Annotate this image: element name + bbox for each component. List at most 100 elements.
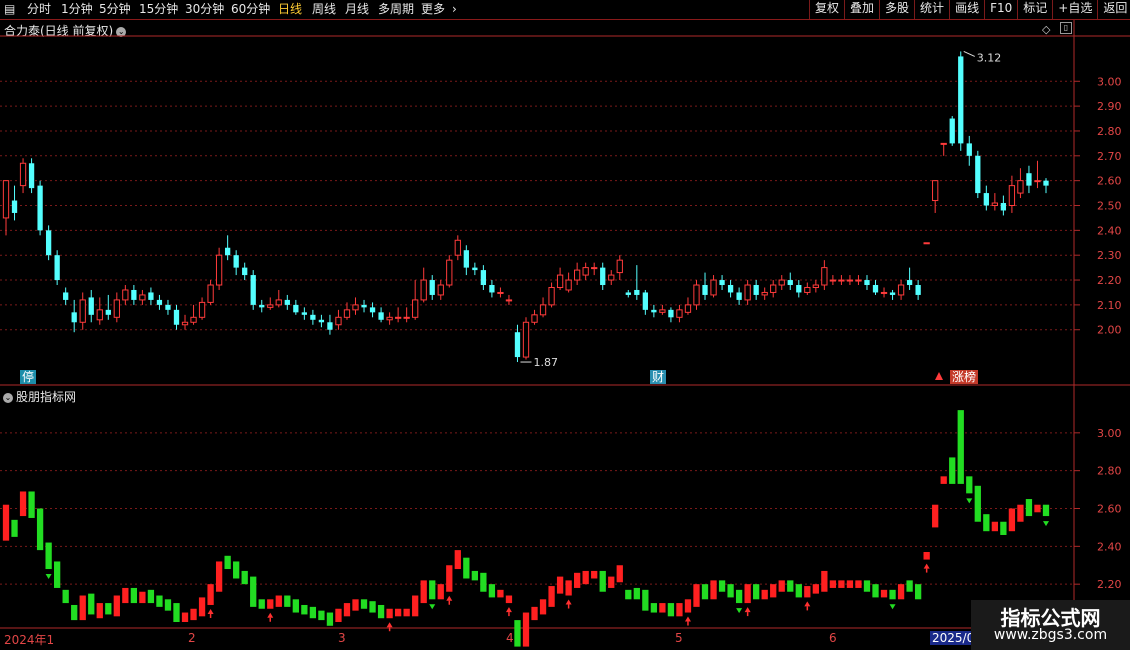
candle-body [267, 304, 274, 308]
indicator-bar [522, 612, 530, 647]
candle-body [684, 304, 692, 313]
indicator-bar [770, 584, 777, 598]
up-arrow-marker [684, 616, 691, 622]
indicator-bar [156, 595, 163, 607]
indicator-bar [974, 485, 981, 522]
candle-body [744, 284, 751, 301]
candle-body [19, 162, 27, 187]
candle-body [45, 230, 52, 256]
sub-panel-title: ⌄ 股朋指标网 [3, 388, 76, 405]
indicator-bar [164, 599, 172, 611]
candle-body [582, 267, 589, 276]
price-tick-label: 2.20 [1097, 274, 1122, 287]
tag-cai: 财 [650, 370, 667, 384]
candle-body [352, 304, 359, 311]
watermark: 指标公式网 www.zbgs3.com [971, 600, 1130, 650]
candle-body [386, 316, 393, 321]
candle-body [556, 274, 564, 288]
candle-body [173, 309, 180, 325]
candle-body [821, 267, 828, 286]
indicator-bar [718, 580, 726, 592]
indicator-bar [923, 552, 930, 560]
candle-body [880, 291, 888, 294]
candle-body [88, 297, 94, 315]
indicator-bar [181, 612, 189, 622]
candle-body [28, 163, 35, 189]
candle-body [872, 285, 879, 293]
low-label: 1.87 [533, 356, 558, 369]
candle-body [710, 279, 717, 296]
candle-body [131, 289, 137, 300]
candle-body [966, 143, 972, 156]
candle-body [787, 280, 793, 286]
price-tick-label: 2.90 [1097, 100, 1122, 113]
indicator-bar [19, 491, 27, 517]
up-arrow-marker [923, 563, 930, 569]
up-arrow-icon [935, 372, 943, 380]
indicator-bar [642, 589, 649, 611]
indicator-bar [11, 519, 18, 537]
up-arrow-marker [505, 607, 512, 613]
indicator-bar [207, 584, 214, 605]
indicator-bar [36, 508, 44, 551]
indicator-bar [437, 584, 444, 600]
indicator-bar [906, 580, 913, 592]
candle-body [96, 309, 103, 321]
candle-body [531, 314, 538, 323]
candle-body [63, 292, 69, 300]
indicator-bar [147, 589, 155, 604]
candle-body [429, 280, 435, 295]
indicator-bar [233, 561, 240, 579]
candle-body [829, 279, 837, 282]
watermark-url: www.zbgs3.com [993, 627, 1108, 643]
up-arrow-marker [386, 622, 393, 628]
candle-body [727, 285, 734, 293]
candle-body [378, 312, 384, 320]
candle-body [676, 309, 683, 318]
indicator-bar [267, 599, 274, 609]
down-arrow-marker [889, 604, 896, 610]
indicator-bar [505, 595, 513, 604]
indicator-bar [88, 593, 95, 615]
indicator-bar [889, 589, 896, 600]
candle-body [846, 279, 854, 282]
candle-body [761, 291, 768, 296]
indicator-bar [1017, 504, 1024, 522]
indicator-bar [173, 603, 180, 622]
indicator-bar [198, 597, 206, 617]
indicator-bar [463, 557, 470, 579]
candle-body [616, 259, 623, 274]
chart-area[interactable]: 3.00 2.90 2.80 2.70 2.60 2.50 2.40 2.30 2.20 2.10… [0, 0, 1130, 650]
indicator-bar [28, 491, 35, 518]
candle-body [906, 280, 913, 286]
indicator-bar [863, 580, 871, 592]
candle-body [139, 294, 146, 301]
candle-body [659, 309, 666, 313]
candle-body [224, 247, 231, 256]
indicator-bar [684, 599, 692, 613]
indicator-bar [556, 576, 564, 594]
indicator-bar [846, 580, 854, 588]
candle-body [702, 285, 708, 295]
candle-body [79, 299, 86, 323]
indicator-bar [880, 589, 888, 598]
chevron-down-icon[interactable]: ⌄ [3, 392, 13, 403]
candle-body [991, 202, 998, 206]
high-label: 3.12 [977, 51, 1002, 64]
sub-price-tick-label: 2.40 [1097, 540, 1122, 553]
indicator-bar [122, 587, 129, 604]
indicator-bar [855, 580, 862, 588]
indicator-bar [804, 586, 811, 598]
candle-body [122, 289, 129, 301]
indicator-bar [565, 580, 572, 596]
candle-body [600, 267, 606, 286]
price-tick-label: 2.10 [1097, 299, 1122, 312]
indicator-bar [471, 570, 478, 581]
indicator-bar [701, 584, 709, 600]
candle-body [301, 312, 308, 315]
candle-body [983, 193, 989, 206]
indicator-bar [676, 603, 683, 617]
indicator-bar [897, 584, 905, 600]
candle-body [855, 279, 862, 282]
indicator-bar [497, 589, 504, 598]
